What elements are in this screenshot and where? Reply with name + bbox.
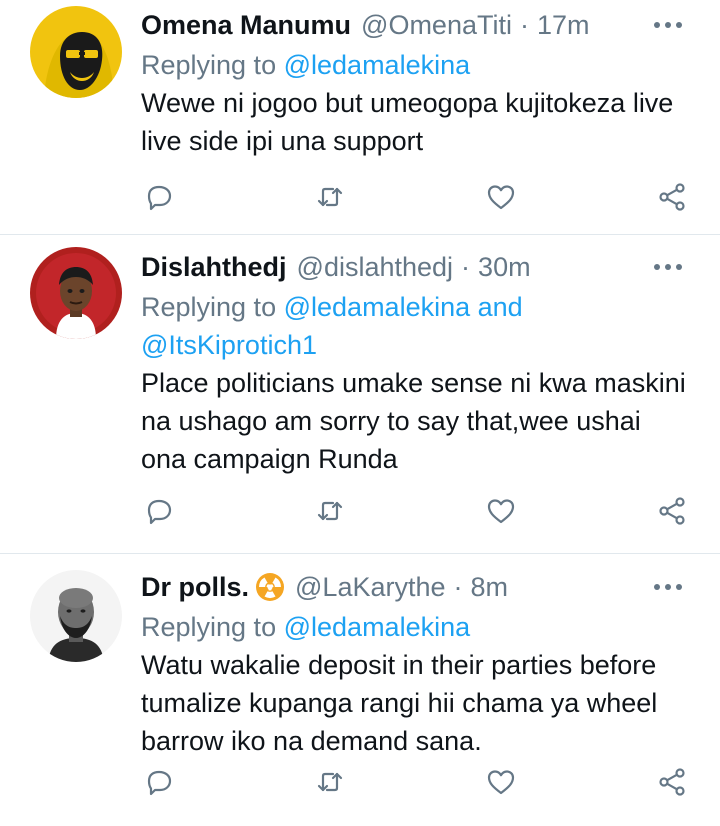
reply-icon[interactable] bbox=[139, 177, 179, 217]
mention-link[interactable]: @ledamalekina bbox=[284, 50, 471, 80]
avatar[interactable] bbox=[30, 247, 122, 339]
display-name[interactable]: Dr polls. bbox=[141, 572, 249, 603]
display-name[interactable]: Omena Manumu bbox=[141, 10, 351, 41]
replying-prefix: Replying to bbox=[141, 612, 277, 642]
avatar[interactable] bbox=[30, 6, 122, 98]
tweet-reply-2[interactable]: Dislahthedj @dislahthedj · 30m Replying … bbox=[0, 235, 720, 554]
timestamp[interactable]: 8m bbox=[471, 572, 509, 603]
more-dots-icon[interactable] bbox=[646, 570, 690, 604]
mention-link[interactable]: @ledamalekina bbox=[284, 612, 471, 642]
mention-joiner[interactable]: and bbox=[478, 292, 523, 322]
separator-dot: · bbox=[519, 9, 529, 40]
tweet-text: Place politicians umake sense ni kwa mas… bbox=[141, 368, 686, 474]
display-name[interactable]: Dislahthedj bbox=[141, 252, 287, 283]
more-dots-icon[interactable] bbox=[646, 8, 690, 42]
like-heart-icon[interactable] bbox=[481, 762, 521, 802]
timestamp[interactable]: 17m bbox=[537, 10, 590, 41]
user-handle[interactable]: @dislahthedj bbox=[297, 252, 454, 283]
like-heart-icon[interactable] bbox=[481, 177, 521, 217]
share-icon[interactable] bbox=[652, 491, 692, 531]
mention-link[interactable]: @ledamalekina bbox=[284, 292, 471, 322]
replying-prefix: Replying to bbox=[141, 50, 277, 80]
reply-icon[interactable] bbox=[139, 491, 179, 531]
replying-prefix: Replying to bbox=[141, 292, 277, 322]
action-bar bbox=[141, 491, 690, 531]
replying-to: Replying to @ledamalekina bbox=[141, 608, 690, 646]
action-bar bbox=[141, 177, 690, 217]
tweet-reply-3[interactable]: Dr polls. @LaKarythe · 8m Replying to @l… bbox=[0, 554, 720, 826]
replying-to: Replying to @ledamalekina bbox=[141, 46, 690, 84]
separator-dot: · bbox=[453, 571, 463, 602]
mention-link[interactable]: @ItsKiprotich1 bbox=[141, 330, 317, 360]
user-handle[interactable]: @LaKarythe bbox=[295, 572, 446, 603]
timestamp[interactable]: 30m bbox=[478, 252, 531, 283]
radioactive-icon bbox=[255, 572, 285, 602]
share-icon[interactable] bbox=[652, 762, 692, 802]
reply-icon[interactable] bbox=[139, 762, 179, 802]
like-heart-icon[interactable] bbox=[481, 491, 521, 531]
tweet-text: Watu wakalie deposit in their parties be… bbox=[141, 650, 658, 756]
retweet-icon[interactable] bbox=[310, 491, 350, 531]
user-handle[interactable]: @OmenaTiti bbox=[361, 10, 512, 41]
replying-to: Replying to @ledamalekina and @ItsKiprot… bbox=[141, 288, 690, 364]
tweet-reply-1[interactable]: Omena Manumu @OmenaTiti · 17m Replying t… bbox=[0, 0, 720, 235]
separator-dot: · bbox=[461, 251, 471, 282]
share-icon[interactable] bbox=[652, 177, 692, 217]
retweet-icon[interactable] bbox=[310, 177, 350, 217]
avatar[interactable] bbox=[30, 570, 122, 662]
more-dots-icon[interactable] bbox=[646, 250, 690, 284]
tweet-text: Wewe ni jogoo but umeogopa kujitokeza li… bbox=[141, 88, 674, 156]
action-bar bbox=[141, 762, 690, 802]
retweet-icon[interactable] bbox=[310, 762, 350, 802]
